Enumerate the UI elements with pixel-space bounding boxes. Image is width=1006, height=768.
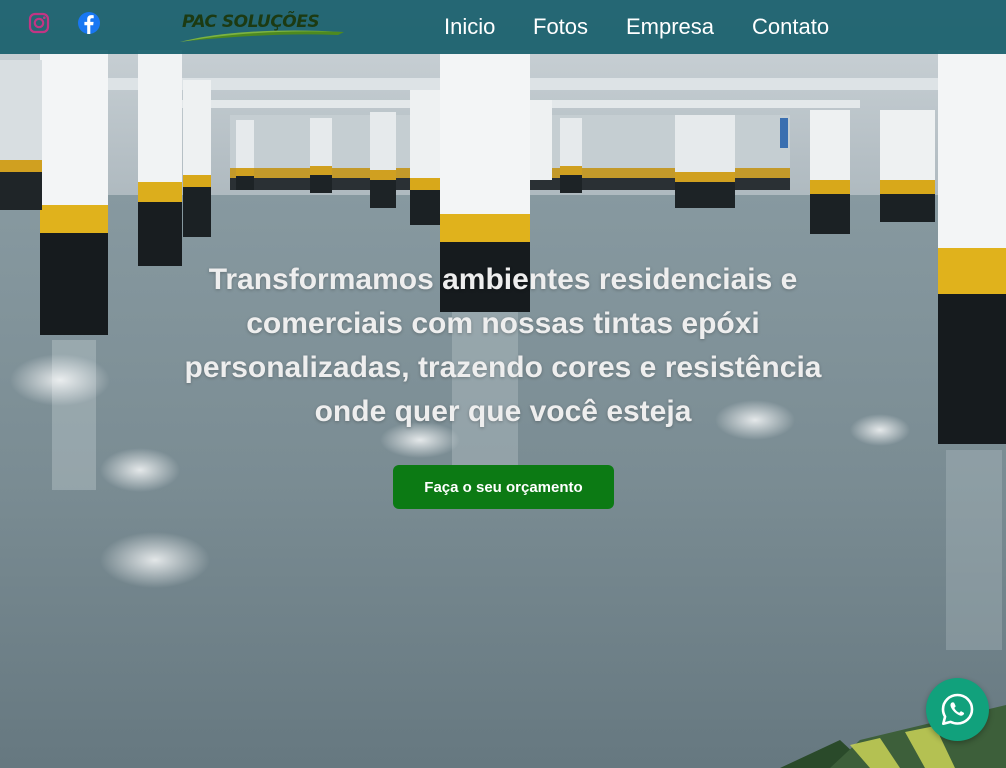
top-navbar: PAC SOLUÇÕES Inicio Fotos Empresa Contat… <box>0 0 1006 54</box>
hero-headline: Transformamos ambientes residenciais e c… <box>184 263 822 428</box>
pac-solucoes-logo[interactable]: PAC SOLUÇÕES <box>178 10 348 44</box>
quote-request-button[interactable]: Faça o seu orçamento <box>393 465 614 509</box>
nav-contato[interactable]: Contato <box>752 14 829 40</box>
instagram-icon[interactable] <box>27 11 51 35</box>
nav-inicio[interactable]: Inicio <box>444 14 495 40</box>
whatsapp-floating-button[interactable] <box>926 678 989 741</box>
nav-fotos[interactable]: Fotos <box>533 14 588 40</box>
nav-empresa[interactable]: Empresa <box>626 14 714 40</box>
logo-text: PAC SOLUÇÕES <box>182 12 320 32</box>
whatsapp-icon <box>941 693 974 725</box>
facebook-icon[interactable] <box>77 11 101 35</box>
